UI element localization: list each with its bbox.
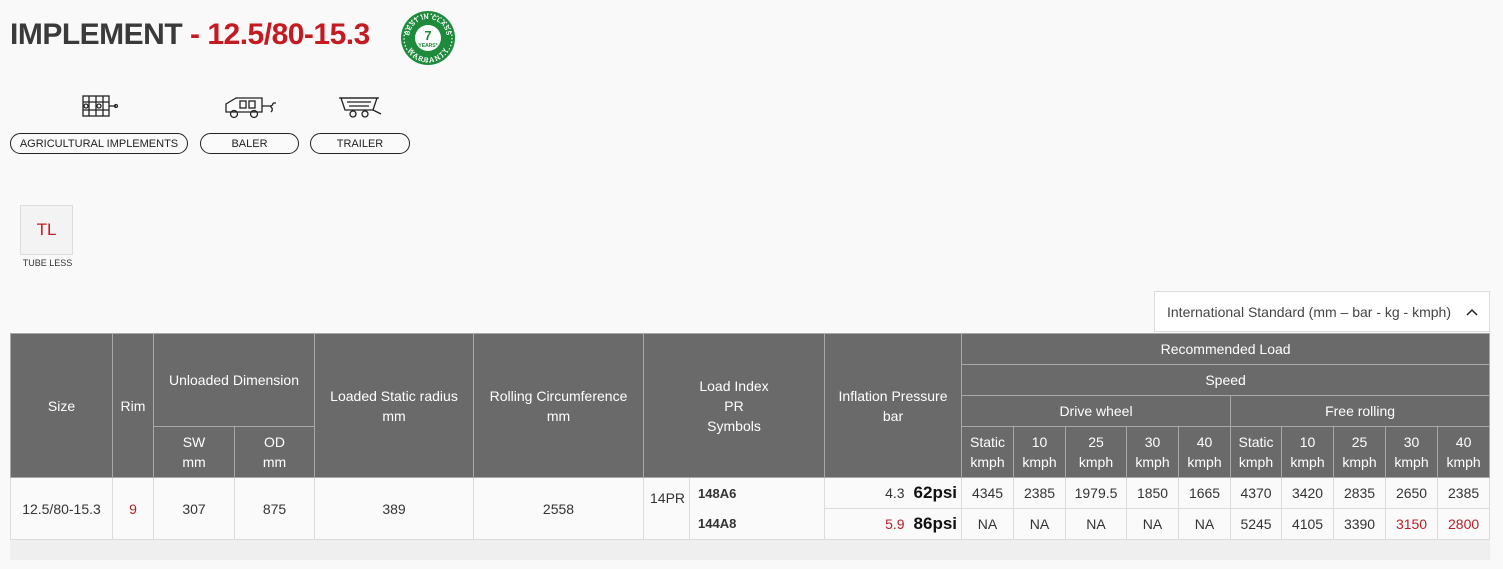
tube-type-code: TL	[36, 220, 57, 239]
header-drive-40: 40 kmph	[1178, 426, 1232, 478]
cell-rolling-circumference: 2558	[473, 477, 644, 540]
cell-inflation-2: 5.9 86psi	[824, 508, 963, 540]
cell-load-symbol-1: 148A6	[688, 477, 826, 509]
cell-load: 5245	[1230, 508, 1283, 540]
header-size: Size	[10, 333, 113, 478]
cell-load: 2800	[1437, 508, 1491, 540]
cell-rim: 9	[112, 477, 154, 540]
cell-load: 2835	[1333, 477, 1387, 509]
cell-load-symbol-2: 144A8	[688, 508, 826, 540]
header-free-rolling: Free rolling	[1230, 395, 1491, 427]
cell-load: NA	[1065, 508, 1128, 540]
unit-standard-value: International Standard (mm – bar - kg - …	[1167, 303, 1452, 320]
category-pill-trailer[interactable]: TRAILER	[310, 133, 410, 154]
header-rolling-circumference: Rolling Circumference mm	[473, 333, 644, 478]
cell-load: NA	[1013, 508, 1067, 540]
cell-load: NA	[961, 508, 1015, 540]
agricultural-implement-icon	[82, 95, 119, 117]
cell-load: 3150	[1385, 508, 1439, 540]
header-od: OD mm	[234, 426, 315, 478]
header-recommended-load: Recommended Load	[961, 333, 1491, 365]
header-sw: SW mm	[153, 426, 235, 478]
header-drive-10: 10 kmph	[1013, 426, 1067, 478]
header-unloaded-dimension: Unloaded Dimension	[153, 333, 315, 427]
cell-ply-rating: 14PR	[643, 477, 690, 540]
cell-load: 2385	[1437, 477, 1491, 509]
cell-size: 12.5/80-15.3	[10, 477, 113, 540]
cell-load: NA	[1178, 508, 1232, 540]
specification-table: Size Rim Unloaded Dimension Loaded Stati…	[10, 333, 1491, 540]
header-load-index: Load Index PR Symbols	[642, 333, 826, 478]
header-drive-30: 30 kmph	[1126, 426, 1180, 478]
header-free-40: 40 kmph	[1437, 426, 1491, 478]
warranty-badge: BEST IN CLASS WARRANTY 7 YEARS*	[401, 11, 455, 65]
badge-mid-text: YEARS*	[418, 43, 437, 49]
cell-od: 875	[234, 477, 315, 540]
header-free-30: 30 kmph	[1385, 426, 1439, 478]
header-drive-static: Static kmph	[961, 426, 1015, 478]
cell-load: 2650	[1385, 477, 1439, 509]
header-inflation-pressure: Inflation Pressure bar	[824, 333, 963, 478]
unit-standard-select[interactable]: International Standard (mm – bar - kg - …	[1154, 291, 1490, 332]
table-footer	[10, 540, 1490, 560]
header-free-static: Static kmph	[1230, 426, 1283, 478]
header-drive-wheel: Drive wheel	[961, 395, 1232, 427]
category-trailer[interactable]: TRAILER	[310, 92, 410, 154]
header-rim: Rim	[112, 333, 154, 478]
category-pill-baler[interactable]: BALER	[200, 133, 299, 154]
header-loaded-static-radius: Loaded Static radius mm	[314, 333, 474, 478]
header-free-10: 10 kmph	[1281, 426, 1335, 478]
title-size: - 12.5/80-15.3	[190, 18, 370, 51]
cell-loaded-radius: 389	[314, 477, 474, 540]
cell-load: 1850	[1126, 477, 1180, 509]
cell-load: NA	[1126, 508, 1180, 540]
trailer-icon	[339, 97, 382, 118]
cell-load: 4345	[961, 477, 1015, 509]
cell-inflation-1: 4.3 62psi	[824, 477, 963, 509]
cell-load: 3390	[1333, 508, 1387, 540]
baler-icon	[224, 97, 276, 119]
chevron-up-icon	[1466, 308, 1478, 316]
header-drive-25: 25 kmph	[1065, 426, 1128, 478]
cell-load: 4370	[1230, 477, 1283, 509]
badge-number: 7	[424, 28, 431, 43]
cell-load: 3420	[1281, 477, 1335, 509]
cell-sw: 307	[153, 477, 235, 540]
tube-type-icon: TL	[20, 205, 73, 255]
category-pill-agricultural-implements[interactable]: AGRICULTURAL IMPLEMENTS	[10, 133, 188, 154]
title-main: IMPLEMENT	[10, 18, 183, 51]
table-row: 12.5/80-15.3 9 307 875 389 2558 14PR 148…	[10, 477, 1491, 540]
cell-load: 2385	[1013, 477, 1067, 509]
page-title: IMPLEMENT - 12.5/80-15.3	[10, 18, 370, 52]
cell-load: 1665	[1178, 477, 1232, 509]
header-speed: Speed	[961, 364, 1491, 396]
cell-load: 1979.5	[1065, 477, 1128, 509]
header-free-25: 25 kmph	[1333, 426, 1387, 478]
tube-type-label: TUBE LESS	[22, 258, 73, 268]
category-baler[interactable]: BALER	[200, 92, 299, 154]
category-agricultural-implements[interactable]: AGRICULTURAL IMPLEMENTS	[10, 92, 188, 154]
cell-load: 4105	[1281, 508, 1335, 540]
